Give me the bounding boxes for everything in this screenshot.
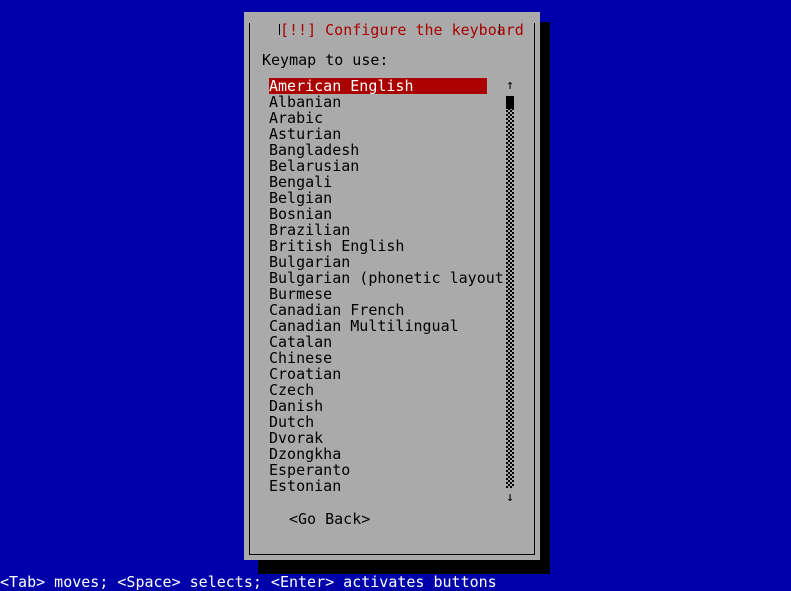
keymap-list-item[interactable]: Chinese — [269, 350, 487, 366]
keymap-list[interactable]: American English Albanian Arabic Asturian Ba… — [269, 78, 513, 494]
keymap-list-item[interactable]: Bengali — [269, 174, 487, 190]
keymap-prompt-label: Keymap to use: — [262, 51, 389, 69]
keymap-list-item[interactable]: Belgian — [269, 190, 487, 206]
keymap-list-item[interactable]: Arabic — [269, 110, 487, 126]
keymap-list-scrollbar[interactable]: ↑ ↓ — [502, 78, 518, 506]
configure-keyboard-dialog: [!!] Configure the keyboard Keymap to us… — [244, 12, 540, 560]
keymap-list-item[interactable]: Danish — [269, 398, 487, 414]
keymap-list-item[interactable]: British English — [269, 238, 487, 254]
keymap-list-item[interactable]: Estonian — [269, 478, 487, 494]
keymap-list-item[interactable]: Bulgarian (phonetic layout) — [269, 270, 513, 286]
keymap-list-item[interactable]: Burmese — [269, 286, 487, 302]
keymap-list-item[interactable]: Bulgarian — [269, 254, 487, 270]
keymap-list-item[interactable]: Czech — [269, 382, 487, 398]
keymap-list-item[interactable]: Bosnian — [269, 206, 487, 222]
keymap-list-item[interactable]: American English — [269, 78, 487, 94]
keymap-list-item[interactable]: Bangladesh — [269, 142, 487, 158]
go-back-button[interactable]: <Go Back> — [289, 510, 370, 528]
title-border-gap-left — [250, 18, 280, 24]
scrollbar-thumb[interactable] — [506, 96, 514, 109]
keymap-list-item[interactable]: Dzongkha — [269, 446, 487, 462]
status-bar: <Tab> moves; <Space> selects; <Enter> ac… — [0, 574, 791, 590]
keymap-list-item[interactable]: Belarusian — [269, 158, 487, 174]
keymap-list-item[interactable]: Canadian Multilingual — [269, 318, 487, 334]
keymap-list-item[interactable]: Albanian — [269, 94, 487, 110]
scroll-down-arrow-icon[interactable]: ↓ — [502, 490, 518, 506]
scroll-up-arrow-icon[interactable]: ↑ — [502, 78, 518, 94]
keymap-list-item[interactable]: Esperanto — [269, 462, 487, 478]
scrollbar-track[interactable] — [506, 96, 514, 488]
keymap-list-item[interactable]: Brazilian — [269, 222, 487, 238]
keymap-list-item[interactable]: Dvorak — [269, 430, 487, 446]
dialog-title: [!!] Configure the keyboard — [280, 21, 524, 39]
keymap-list-item[interactable]: Catalan — [269, 334, 487, 350]
keymap-list-item[interactable]: Dutch — [269, 414, 487, 430]
keymap-list-item[interactable]: Croatian — [269, 366, 487, 382]
keymap-list-item[interactable]: Canadian French — [269, 302, 487, 318]
keymap-list-item[interactable]: Asturian — [269, 126, 487, 142]
